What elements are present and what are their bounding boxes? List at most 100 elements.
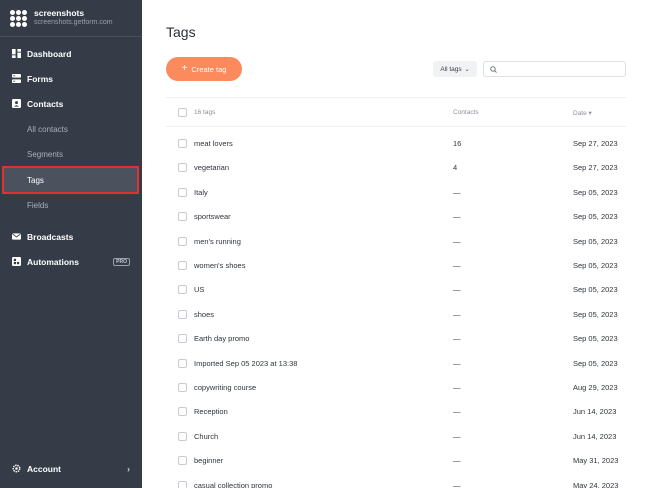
chevron-right-icon: ›	[127, 463, 130, 474]
search-input[interactable]	[501, 65, 621, 73]
tag-name[interactable]: beginner	[194, 456, 223, 465]
table-row[interactable]: meat lovers 16 Sep 27, 2023	[166, 131, 626, 155]
tag-name[interactable]: shoes	[194, 310, 214, 319]
row-checkbox[interactable]	[178, 285, 187, 295]
sidebar-subitem-segments[interactable]: Segments	[0, 142, 142, 167]
select-all-checkbox[interactable]	[178, 108, 187, 117]
sidebar-subitem-label: Tags	[27, 175, 44, 185]
sidebar-item-forms[interactable]: Forms	[0, 66, 142, 91]
divider	[166, 126, 626, 127]
row-checkbox[interactable]	[178, 212, 187, 222]
tag-name[interactable]: meat lovers	[194, 139, 233, 148]
tag-name[interactable]: men's running	[194, 237, 241, 246]
tag-name[interactable]: Church	[194, 432, 218, 441]
sidebar-item-account[interactable]: Account ›	[0, 456, 142, 481]
table-row[interactable]: Reception — Jun 14, 2023	[166, 399, 626, 423]
divider	[166, 97, 626, 98]
tag-name[interactable]: casual collection promo	[194, 481, 272, 488]
tag-contacts-count: 16	[453, 139, 462, 148]
sidebar-item-automations[interactable]: Automations PRO	[0, 249, 142, 274]
row-checkbox[interactable]	[178, 187, 187, 197]
tag-date: Sep 05, 2023	[573, 187, 618, 197]
sidebar-item-label: Dashboard	[27, 48, 72, 59]
row-checkbox[interactable]	[178, 407, 187, 417]
sidebar-item-dashboard[interactable]: Dashboard	[0, 41, 142, 66]
row-checkbox[interactable]	[178, 261, 187, 270]
tag-contacts-count: 4	[453, 163, 458, 173]
tag-name[interactable]: women's shoes	[194, 261, 245, 270]
table-row[interactable]: Church — Jun 14, 2023	[166, 424, 626, 448]
row-checkbox[interactable]	[178, 309, 187, 319]
table-row[interactable]: Imported Sep 05 2023 at 13:38 — Sep 05, 20…	[166, 351, 626, 375]
create-tag-button[interactable]: + Create tag	[166, 57, 242, 81]
row-checkbox[interactable]	[178, 163, 187, 173]
tag-name[interactable]: Earth day promo	[194, 334, 249, 343]
plus-icon: +	[181, 63, 188, 74]
sidebar-subitem-label: Segments	[27, 150, 64, 159]
row-checkbox[interactable]	[178, 334, 187, 344]
gear-icon	[12, 464, 21, 473]
table-row[interactable]: US — Sep 05, 2023	[166, 277, 626, 301]
row-checkbox[interactable]	[178, 480, 187, 488]
brand-logo-icon	[10, 9, 27, 27]
tag-date: Sep 05, 2023	[573, 334, 618, 344]
tag-name[interactable]: Imported Sep 05 2023 at 13:38	[194, 359, 297, 368]
tag-name[interactable]: Italy	[194, 188, 208, 197]
header-contacts[interactable]: Contacts	[453, 109, 479, 116]
tag-filter-dropdown[interactable]: All tags ⌄	[433, 61, 477, 77]
tag-name[interactable]: Reception	[194, 407, 228, 416]
table-row[interactable]: Italy — Sep 05, 2023	[166, 180, 626, 204]
table-row[interactable]: beginner — May 31, 2023	[166, 448, 626, 472]
forms-icon	[12, 74, 21, 83]
header-date[interactable]: Date ▾	[573, 109, 592, 117]
sidebar-subitem-all-contacts[interactable]: All contacts	[0, 117, 142, 142]
search-icon	[490, 65, 497, 73]
sidebar-item-label: Automations	[27, 256, 79, 267]
row-checkbox[interactable]	[178, 431, 187, 441]
sidebar-subitem-fields[interactable]: Fields	[0, 193, 142, 218]
row-checkbox[interactable]	[178, 236, 187, 246]
table-row[interactable]: casual collection promo — May 24, 2023	[166, 473, 626, 488]
tag-name[interactable]: sportswear	[194, 212, 231, 221]
tag-name[interactable]: vegetarian	[194, 163, 229, 172]
table-row[interactable]: women's shoes — Sep 05, 2023	[166, 253, 626, 277]
row-checkbox[interactable]	[178, 456, 187, 466]
tag-name[interactable]: US	[194, 285, 204, 294]
dashboard-icon	[12, 49, 21, 58]
sidebar-item-contacts[interactable]: Contacts	[0, 91, 142, 116]
tag-contacts-count: —	[453, 261, 461, 270]
table-row[interactable]: shoes — Sep 05, 2023	[166, 302, 626, 326]
row-checkbox[interactable]	[178, 383, 187, 392]
sidebar-item-broadcasts[interactable]: Broadcasts	[0, 224, 142, 249]
header-tag-count: 16 tags	[194, 109, 216, 116]
tag-date: Aug 29, 2023	[573, 383, 618, 392]
tag-contacts-count: —	[453, 383, 461, 392]
page-title: Tags	[166, 24, 196, 40]
table-row[interactable]: sportswear — Sep 05, 2023	[166, 204, 626, 228]
account-label: Account	[27, 463, 61, 474]
tag-contacts-count: —	[453, 309, 461, 319]
sidebar-item-label: Forms	[27, 73, 53, 84]
tag-date: Jun 14, 2023	[573, 431, 617, 441]
tag-date: May 31, 2023	[573, 456, 619, 466]
row-checkbox[interactable]	[178, 358, 187, 368]
contacts-icon	[12, 99, 21, 108]
table-header: 16 tags Contacts Date ▾	[166, 104, 626, 122]
table-row[interactable]: copywriting course — Aug 29, 2023	[166, 375, 626, 399]
tag-contacts-count: —	[453, 358, 461, 368]
table-row[interactable]: vegetarian 4 Sep 27, 2023	[166, 155, 626, 179]
sidebar-subitem-tags[interactable]: Tags	[2, 166, 139, 194]
sidebar-subitem-label: All contacts	[27, 125, 68, 134]
table-row[interactable]: men's running — Sep 05, 2023	[166, 229, 626, 253]
broadcasts-icon	[12, 233, 21, 240]
tag-date: Sep 05, 2023	[573, 309, 618, 319]
tag-date: Sep 05, 2023	[573, 358, 618, 368]
row-checkbox[interactable]	[178, 139, 187, 148]
tag-name[interactable]: copywriting course	[194, 383, 256, 392]
sidebar-item-label: Contacts	[27, 98, 64, 109]
table-row[interactable]: Earth day promo — Sep 05, 2023	[166, 326, 626, 350]
sidebar-subitem-label: Fields	[27, 201, 49, 210]
sidebar-item-label: Broadcasts	[27, 231, 74, 242]
brand-header[interactable]: screenshots screenshots.getform.com	[0, 0, 142, 37]
search-box[interactable]	[483, 61, 626, 77]
